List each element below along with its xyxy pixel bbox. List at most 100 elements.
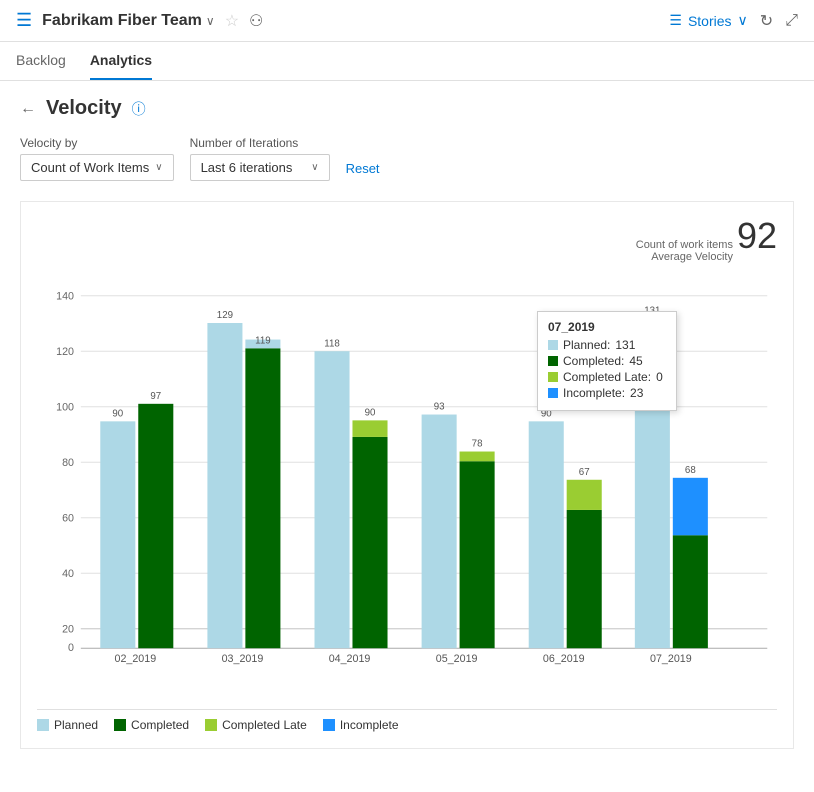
svg-text:90: 90 xyxy=(112,408,123,419)
tooltip-completed-row: Completed: 45 xyxy=(548,354,666,368)
tooltip-completed-late-swatch xyxy=(548,372,558,382)
velocity-by-label: Velocity by xyxy=(20,136,174,150)
avg-velocity-value: 92 xyxy=(737,218,777,254)
app-logo-icon: ☰ xyxy=(16,10,32,31)
tooltip-completed-late-value: 0 xyxy=(656,370,663,384)
page-header: ← Velocity ⓘ xyxy=(20,97,794,120)
legend-completed-swatch xyxy=(114,719,126,731)
chart-area: 07_2019 Planned: 131 Completed: 45 Compl… xyxy=(37,271,777,701)
metric-label: Count of work items xyxy=(636,239,733,251)
tooltip-incomplete-value: 23 xyxy=(630,386,643,400)
svg-text:118: 118 xyxy=(324,338,340,349)
stories-label: Stories xyxy=(688,13,732,29)
bar-02-completed xyxy=(138,404,173,648)
bar-03-completed xyxy=(245,348,280,648)
bar-04-late xyxy=(352,420,387,437)
legend-planned-label: Planned xyxy=(54,718,98,732)
bar-04-planned xyxy=(315,351,350,648)
stories-button[interactable]: ☰ Stories ∨ xyxy=(669,12,747,29)
svg-text:100: 100 xyxy=(56,402,74,414)
svg-text:140: 140 xyxy=(56,291,74,303)
tooltip-completed-label: Completed: xyxy=(563,354,624,368)
expand-button[interactable]: ⤢ xyxy=(785,12,798,30)
iterations-filter: Number of Iterations Last 6 iterations ∨ xyxy=(190,136,330,181)
legend-completed-late-swatch xyxy=(205,719,217,731)
tooltip-planned-value: 131 xyxy=(615,338,635,352)
tooltip-completed-late-label: Completed Late: xyxy=(563,370,651,384)
favorite-icon[interactable]: ☆ xyxy=(225,11,239,31)
avg-velocity-label: Average Velocity xyxy=(636,251,733,263)
page-title: Velocity xyxy=(46,97,122,120)
legend-completed-late-label: Completed Late xyxy=(222,718,307,732)
tooltip-completed-swatch xyxy=(548,356,558,366)
svg-text:0: 0 xyxy=(68,642,74,654)
svg-text:04_2019: 04_2019 xyxy=(329,653,371,665)
iterations-label: Number of Iterations xyxy=(190,136,330,150)
legend-incomplete: Incomplete xyxy=(323,718,399,732)
chart-legend: Planned Completed Completed Late Incompl… xyxy=(37,709,777,732)
legend-completed: Completed xyxy=(114,718,189,732)
svg-text:78: 78 xyxy=(472,439,483,450)
help-icon[interactable]: ⓘ xyxy=(132,99,146,119)
tooltip-sprint: 07_2019 xyxy=(548,320,666,334)
bar-05-late xyxy=(460,452,495,462)
app-header: ☰ Fabrikam Fiber Team ∨ ☆ ⚇ ☰ Stories ∨ … xyxy=(0,0,814,42)
tooltip-planned-row: Planned: 131 xyxy=(548,338,666,352)
bar-06-planned xyxy=(529,421,564,648)
stories-icon: ☰ xyxy=(669,12,682,29)
bar-07-incomplete xyxy=(673,478,708,535)
svg-text:20: 20 xyxy=(62,624,74,636)
iterations-value: Last 6 iterations xyxy=(201,160,293,175)
svg-text:03_2019: 03_2019 xyxy=(222,653,264,665)
tooltip-completed-late-row: Completed Late: 0 xyxy=(548,370,666,384)
bar-03-planned xyxy=(207,323,242,648)
svg-text:68: 68 xyxy=(685,465,696,476)
legend-planned: Planned xyxy=(37,718,98,732)
svg-text:05_2019: 05_2019 xyxy=(436,653,478,665)
iterations-chevron-icon: ∨ xyxy=(311,162,318,173)
header-right-actions: ☰ Stories ∨ ↻ ⤢ xyxy=(669,11,798,31)
tab-backlog[interactable]: Backlog xyxy=(16,42,66,80)
legend-completed-late: Completed Late xyxy=(205,718,307,732)
svg-text:120: 120 xyxy=(56,346,74,358)
refresh-button[interactable]: ↻ xyxy=(760,11,773,31)
svg-text:129: 129 xyxy=(217,310,233,321)
svg-text:07_2019: 07_2019 xyxy=(650,653,692,665)
reset-button[interactable]: Reset xyxy=(346,156,380,181)
bar-06-completed xyxy=(567,510,602,648)
bar-05-completed xyxy=(460,461,495,648)
svg-text:40: 40 xyxy=(62,568,74,580)
chart-tooltip: 07_2019 Planned: 131 Completed: 45 Compl… xyxy=(537,311,677,411)
bar-02-planned xyxy=(100,421,135,648)
filters-row: Velocity by Count of Work Items ∨ Number… xyxy=(20,136,794,181)
svg-text:90: 90 xyxy=(365,408,376,419)
tooltip-incomplete-row: Incomplete: 23 xyxy=(548,386,666,400)
tab-analytics[interactable]: Analytics xyxy=(90,42,152,80)
velocity-by-select[interactable]: Count of Work Items ∨ xyxy=(20,154,174,181)
velocity-chart-container: Count of work items Average Velocity 92 … xyxy=(20,201,794,749)
tooltip-incomplete-swatch xyxy=(548,388,558,398)
nav-tabs: Backlog Analytics xyxy=(0,42,814,81)
team-name: Fabrikam Fiber Team xyxy=(42,12,202,30)
svg-text:93: 93 xyxy=(434,402,445,413)
tooltip-incomplete-label: Incomplete: xyxy=(563,386,625,400)
legend-planned-swatch xyxy=(37,719,49,731)
bar-05-planned xyxy=(422,415,457,649)
svg-text:80: 80 xyxy=(62,457,74,469)
legend-incomplete-swatch xyxy=(323,719,335,731)
tooltip-planned-swatch xyxy=(548,340,558,350)
velocity-by-chevron-icon: ∨ xyxy=(155,162,162,173)
svg-text:06_2019: 06_2019 xyxy=(543,653,585,665)
legend-incomplete-label: Incomplete xyxy=(340,718,399,732)
svg-text:67: 67 xyxy=(579,467,590,478)
svg-text:119: 119 xyxy=(255,335,270,346)
svg-text:60: 60 xyxy=(62,513,74,525)
team-dropdown-chevron[interactable]: ∨ xyxy=(206,14,215,28)
iterations-select[interactable]: Last 6 iterations ∨ xyxy=(190,154,330,181)
stories-chevron-icon: ∨ xyxy=(738,12,748,29)
tooltip-planned-label: Planned: xyxy=(563,338,610,352)
velocity-by-value: Count of Work Items xyxy=(31,160,149,175)
team-members-icon[interactable]: ⚇ xyxy=(249,11,263,31)
back-button[interactable]: ← xyxy=(20,100,36,118)
chart-meta-text: Count of work items Average Velocity xyxy=(636,239,733,263)
